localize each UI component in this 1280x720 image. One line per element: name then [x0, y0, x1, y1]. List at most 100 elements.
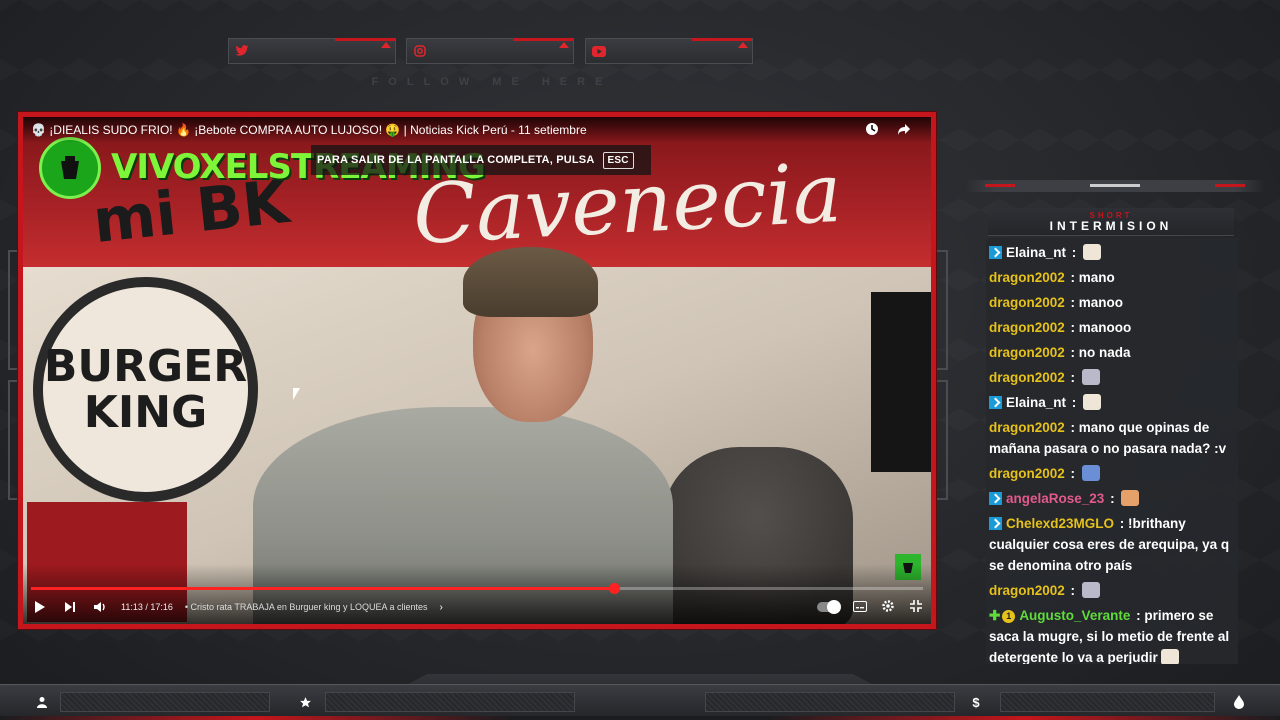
chat-separator: :	[1132, 608, 1145, 623]
chat-header: SHORT INTERMISION	[988, 208, 1234, 236]
social-youtube[interactable]	[585, 38, 753, 64]
chat-message: dragon2002 :	[989, 365, 1235, 390]
follow-me-text: FOLLOW ME HERE	[371, 76, 613, 88]
tier-badge-icon: 1	[1002, 610, 1016, 623]
esc-key: ESC	[602, 151, 634, 169]
chat-separator: :	[1068, 245, 1081, 260]
youtube-icon	[592, 44, 606, 58]
chat-username[interactable]: Augusto_Verante	[1019, 608, 1130, 623]
chat-username[interactable]: dragon2002	[989, 270, 1065, 285]
chat-text: manooo	[1078, 320, 1132, 335]
chat-message: dragon2002 : mano	[989, 265, 1235, 290]
right-bracket-deco	[936, 250, 948, 370]
chat-username[interactable]: Chelexd23MGLO	[1006, 516, 1114, 531]
bottom-panel-right	[1000, 692, 1215, 712]
chat-message: dragon2002 : manooo	[989, 315, 1235, 340]
chevron-right-icon[interactable]: ›	[439, 602, 442, 613]
chat-separator: :	[1106, 491, 1119, 506]
moderator-badge-icon: ✚	[989, 608, 1001, 623]
chat-message: dragon2002 : manoo	[989, 290, 1235, 315]
fullscreen-hint: PARA SALIR DE LA PANTALLA COMPLETA, PULS…	[311, 145, 651, 175]
chat-emote-icon	[1160, 649, 1179, 664]
bottom-bar: $	[0, 684, 1280, 720]
chat-username[interactable]: dragon2002	[989, 370, 1065, 385]
progress-fill	[31, 587, 615, 590]
bottom-red-accent	[0, 716, 1280, 720]
chat-message: Chelexd23MGLO : !brithany cualquier cosa…	[989, 511, 1235, 578]
chat-username[interactable]: dragon2002	[989, 420, 1065, 435]
exit-fullscreen-icon[interactable]	[909, 599, 923, 615]
chat-separator: :	[1068, 395, 1081, 410]
twitter-icon	[235, 44, 249, 58]
chat-message: dragon2002 : mano que opinas de mañana p…	[989, 415, 1235, 461]
flame-icon[interactable]	[1231, 694, 1247, 710]
chat-emote-icon	[1083, 244, 1102, 260]
fullscreen-hint-text: PARA SALIR DE LA PANTALLA COMPLETA, PULS…	[317, 154, 595, 166]
user-icon[interactable]	[34, 694, 50, 710]
video-title-bar: 💀 ¡DIEALIS SUDO FRIO! 🔥 ¡Bebote COMPRA A…	[23, 117, 931, 143]
chat-text: mano	[1078, 270, 1115, 285]
social-instagram[interactable]	[406, 38, 574, 64]
chat-separator: :	[1066, 583, 1079, 598]
chat-decoration	[965, 180, 1265, 192]
scene-sign	[871, 292, 931, 472]
bk-line-1: BURGER	[43, 340, 248, 392]
scene-person-hair	[463, 247, 598, 317]
chat-message: Elaina_nt :	[989, 390, 1235, 415]
chat-emote-icon	[1081, 465, 1100, 481]
chat-separator: :	[1066, 345, 1079, 360]
video-player[interactable]: mi BK Cavenecia BURGER KING VIVOXELSTREA…	[23, 117, 931, 624]
chat-text: manoo	[1078, 295, 1124, 310]
burger-king-logo: BURGER KING	[33, 277, 258, 502]
star-icon[interactable]	[297, 694, 313, 710]
chat-message: dragon2002 :	[989, 578, 1235, 603]
autoplay-toggle[interactable]	[817, 600, 841, 614]
chat-username[interactable]: angelaRose_23	[1006, 491, 1104, 506]
chat-username[interactable]: dragon2002	[989, 345, 1065, 360]
chapter-title[interactable]: • Cristo rata TRABAJA en Burguer king y …	[185, 602, 428, 612]
prime-badge-icon	[989, 396, 1002, 409]
settings-gear-icon[interactable]	[881, 599, 895, 615]
chat-username[interactable]: dragon2002	[989, 583, 1065, 598]
chat-username[interactable]: dragon2002	[989, 320, 1065, 335]
chat-username[interactable]: Elaina_nt	[1006, 395, 1066, 410]
volume-icon[interactable]	[91, 598, 109, 616]
social-twitter[interactable]	[228, 38, 396, 64]
chat-emote-icon	[1083, 394, 1102, 410]
chat-emote-icon	[1081, 582, 1100, 598]
channel-logo	[39, 137, 101, 199]
prime-badge-icon	[989, 246, 1002, 259]
play-icon[interactable]	[31, 598, 49, 616]
chat-panel: Elaina_nt : dragon2002 : mano dragon2002 …	[986, 238, 1238, 664]
prime-badge-icon	[989, 517, 1002, 530]
chat-header-title: INTERMISION	[1049, 219, 1173, 233]
player-controls: 11:13 / 17:16 • Cristo rata TRABAJA en B…	[31, 596, 923, 618]
chat-username[interactable]: Elaina_nt	[1006, 245, 1066, 260]
chat-message: ✚ 1 Augusto_Verante : primero se saca la m…	[989, 603, 1235, 664]
share-icon[interactable]	[897, 122, 911, 139]
chat-message: dragon2002 :	[989, 461, 1235, 486]
chat-username[interactable]: dragon2002	[989, 295, 1065, 310]
bk-line-2: KING	[83, 386, 208, 438]
subtitles-icon[interactable]	[853, 600, 867, 614]
chat-message: Elaina_nt :	[989, 240, 1235, 265]
bottom-panel-center-left	[325, 692, 575, 712]
instagram-icon	[413, 44, 427, 58]
chat-emote-icon	[1081, 369, 1100, 385]
chat-message: angelaRose_23 :	[989, 486, 1235, 511]
progress-bar[interactable]	[31, 583, 923, 594]
chat-text: no nada	[1078, 345, 1131, 360]
video-title[interactable]: 💀 ¡DIEALIS SUDO FRIO! 🔥 ¡Bebote COMPRA A…	[31, 123, 865, 137]
mouse-cursor-icon	[293, 388, 300, 400]
chat-separator: :	[1066, 370, 1079, 385]
bottom-panel-center-right	[705, 692, 955, 712]
chat-separator: :	[1066, 466, 1079, 481]
chat-separator: :	[1066, 320, 1079, 335]
bottom-panel-left	[60, 692, 270, 712]
dollar-icon[interactable]: $	[968, 694, 984, 710]
next-icon[interactable]	[61, 598, 79, 616]
chat-username[interactable]: dragon2002	[989, 466, 1065, 481]
chat-separator: :	[1066, 295, 1079, 310]
watch-later-icon[interactable]	[865, 122, 879, 139]
chat-emote-icon	[1121, 490, 1140, 506]
